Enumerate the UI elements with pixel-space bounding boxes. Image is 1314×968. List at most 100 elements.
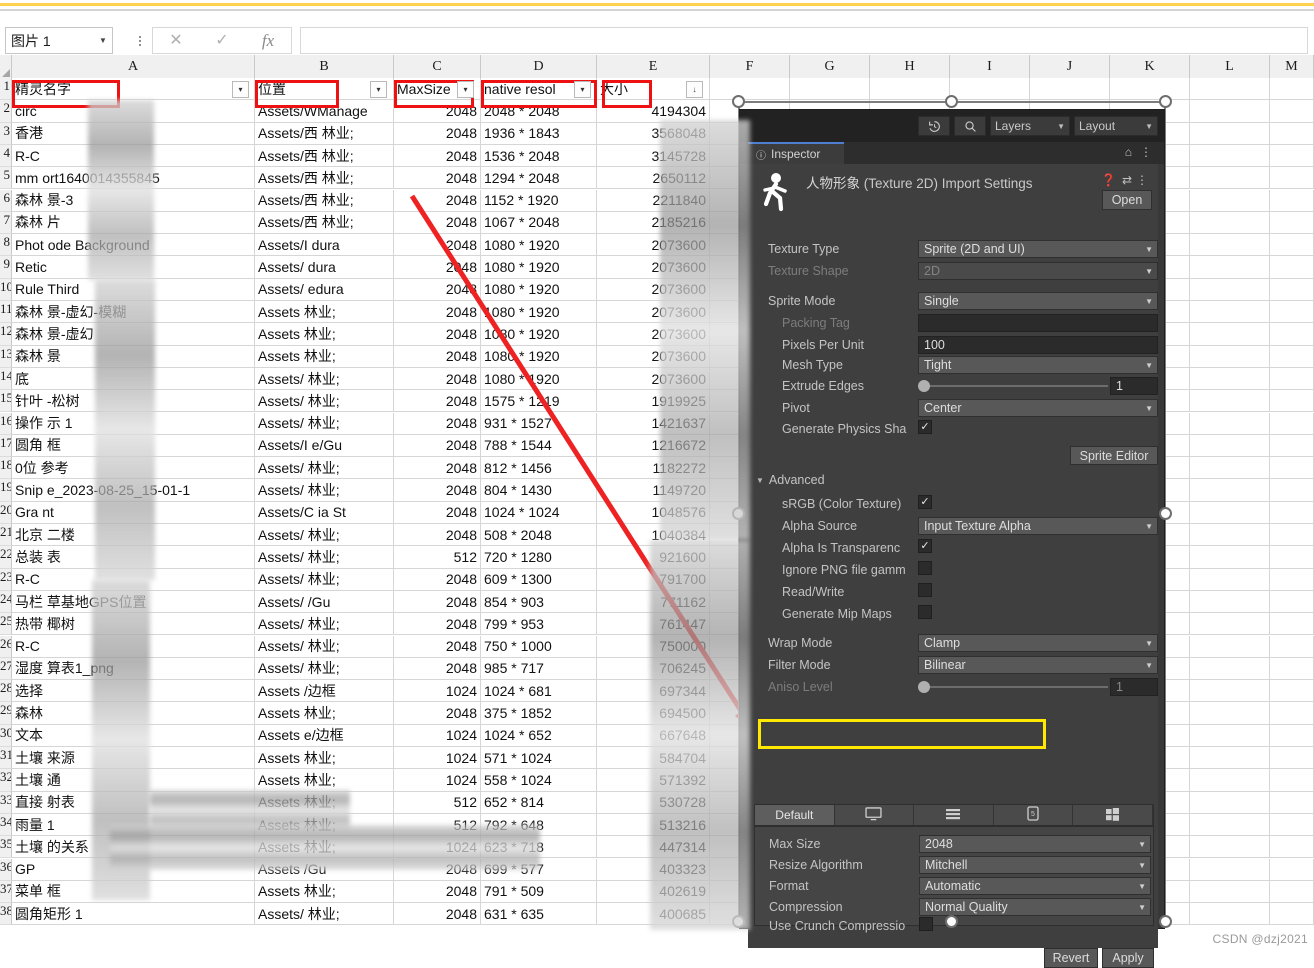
table-cell[interactable]: circ	[12, 100, 255, 123]
row-header-11[interactable]: 11	[0, 301, 12, 324]
table-cell[interactable]: 森林 景-3	[12, 189, 255, 212]
table-cell[interactable]: Assets 林业;	[255, 747, 394, 770]
table-cell[interactable]: 2650112	[597, 167, 710, 190]
table-cell[interactable]: Assets/ /Gu	[255, 590, 394, 614]
table-cell-empty[interactable]	[1190, 680, 1270, 703]
table-cell[interactable]: Assets/ 林业;	[255, 412, 394, 435]
column-header-L[interactable]: L	[1190, 55, 1270, 78]
preset-icon[interactable]: ⇄	[1122, 173, 1132, 187]
table-cell[interactable]: 2048	[394, 479, 481, 502]
table-cell[interactable]: Assets 林业;	[255, 702, 394, 725]
pivot-dropdown[interactable]: Center ▼	[918, 399, 1158, 417]
table-cell[interactable]: 571392	[597, 769, 710, 792]
table-cell[interactable]: 512	[394, 813, 481, 837]
table-cell[interactable]: Assets 林业;	[255, 769, 394, 792]
table-cell-empty[interactable]	[1270, 78, 1314, 101]
table-cell[interactable]: Assets 林业;	[255, 301, 394, 324]
table-cell[interactable]: R-C	[12, 635, 255, 658]
table-cell[interactable]: 1182272	[597, 457, 710, 480]
table-cell[interactable]: 788 * 1544	[481, 434, 597, 458]
table-cell[interactable]: 2185216	[597, 211, 710, 235]
revert-button[interactable]: Revert	[1044, 948, 1098, 968]
table-cell-empty[interactable]	[950, 78, 1030, 101]
table-cell[interactable]: 圆角 框	[12, 434, 255, 458]
platform-tab-android[interactable]	[914, 805, 994, 825]
layers-dropdown[interactable]: Layers ▼	[990, 116, 1070, 136]
table-cell[interactable]: 菜单 框	[12, 880, 255, 904]
table-cell-empty[interactable]	[1190, 122, 1270, 145]
table-cell[interactable]: 771162	[597, 590, 710, 614]
row-header-5[interactable]: 5	[0, 167, 12, 190]
table-cell-empty[interactable]	[1270, 434, 1314, 458]
table-cell[interactable]: 1024 * 652	[481, 724, 597, 747]
table-cell[interactable]: 2048	[394, 858, 481, 881]
table-cell[interactable]: R-C	[12, 144, 255, 168]
table-cell[interactable]: 2048	[394, 278, 481, 301]
column-header-C[interactable]: C	[394, 55, 481, 78]
table-cell-empty[interactable]	[1190, 189, 1270, 212]
column-header-F[interactable]: F	[710, 55, 790, 78]
table-cell[interactable]: Assets/ 林业;	[255, 568, 394, 591]
table-cell[interactable]: 804 * 1430	[481, 479, 597, 502]
table-cell[interactable]: 694500	[597, 702, 710, 725]
table-cell[interactable]: 584704	[597, 747, 710, 770]
table-cell-empty[interactable]	[1270, 390, 1314, 413]
table-cell[interactable]: 1080 * 1920	[481, 323, 597, 346]
compression-dropdown[interactable]: Normal Quality ▼	[919, 898, 1151, 916]
table-cell[interactable]: Assets/I dura	[255, 234, 394, 257]
table-cell[interactable]: Assets/ 林业;	[255, 546, 394, 569]
table-cell[interactable]: Assets e/边框	[255, 724, 394, 747]
table-cell[interactable]: 2211840	[597, 189, 710, 212]
table-cell-empty[interactable]	[1270, 546, 1314, 569]
table-cell-empty[interactable]	[1270, 345, 1314, 368]
table-cell[interactable]: Assets/WManage	[255, 100, 394, 123]
table-cell-empty[interactable]	[1190, 434, 1270, 458]
table-cell-empty[interactable]	[1190, 747, 1270, 770]
table-cell[interactable]: 1080 * 1920	[481, 367, 597, 391]
table-cell[interactable]: 1294 * 2048	[481, 167, 597, 190]
table-cell[interactable]: 土壤 的关系	[12, 836, 255, 859]
row-header-4[interactable]: 4	[0, 144, 12, 168]
table-cell[interactable]: 1024 * 1024	[481, 501, 597, 524]
table-cell-empty[interactable]	[1270, 590, 1314, 614]
row-header-3[interactable]: 3	[0, 122, 12, 145]
table-cell[interactable]: 2048	[394, 501, 481, 524]
table-cell-empty[interactable]	[1190, 501, 1270, 524]
table-cell-empty[interactable]	[1270, 367, 1314, 391]
table-cell-empty[interactable]	[1270, 657, 1314, 681]
table-cell[interactable]: 2048	[394, 702, 481, 725]
table-cell[interactable]: 3568048	[597, 122, 710, 145]
format-dropdown[interactable]: Automatic ▼	[919, 877, 1151, 895]
row-header-17[interactable]: 17	[0, 434, 12, 458]
table-cell-empty[interactable]	[1270, 457, 1314, 480]
table-cell[interactable]: mm ort1640014355845	[12, 167, 255, 190]
advanced-foldout[interactable]: ▼ Advanced	[756, 473, 825, 487]
table-cell-empty[interactable]	[1190, 858, 1270, 881]
tab-inspector[interactable]: ⓘ Inspector	[748, 142, 844, 164]
table-cell[interactable]: Assets/西 林业;	[255, 122, 394, 145]
table-cell-empty[interactable]	[1190, 568, 1270, 591]
table-cell[interactable]: 512	[394, 791, 481, 814]
table-cell[interactable]: 湿度 算表1_png	[12, 657, 255, 681]
history-icon[interactable]	[918, 116, 950, 136]
table-cell-empty[interactable]	[1270, 680, 1314, 703]
row-header-19[interactable]: 19	[0, 479, 12, 502]
table-cell[interactable]: 2073600	[597, 278, 710, 301]
table-cell-empty[interactable]	[1270, 189, 1314, 212]
table-cell-empty[interactable]	[1270, 301, 1314, 324]
table-cell-empty[interactable]	[1190, 301, 1270, 324]
close-icon[interactable]: ✕	[153, 32, 199, 49]
table-cell[interactable]: 1048576	[597, 501, 710, 524]
table-cell[interactable]: 1024	[394, 836, 481, 859]
resize-handle-middle-left[interactable]	[732, 507, 745, 520]
table-cell-empty[interactable]	[1190, 479, 1270, 502]
unity-inspector-window[interactable]: Layers ▼ Layout ▼ ⓘ Inspector ⌂ ⋮ 人物形象 (…	[740, 110, 1164, 968]
table-cell[interactable]: 马栏 草基地GPS位置	[12, 590, 255, 614]
table-cell[interactable]: 土壤 来源	[12, 747, 255, 770]
row-header-38[interactable]: 38	[0, 903, 12, 926]
table-cell[interactable]: Assets 林业;	[255, 880, 394, 904]
table-cell[interactable]: 652 * 814	[481, 791, 597, 814]
table-cell[interactable]: 森林 景-虚幻-模糊	[12, 301, 255, 324]
table-cell-empty[interactable]	[1190, 702, 1270, 725]
table-cell[interactable]: Assets/ 林业;	[255, 657, 394, 681]
